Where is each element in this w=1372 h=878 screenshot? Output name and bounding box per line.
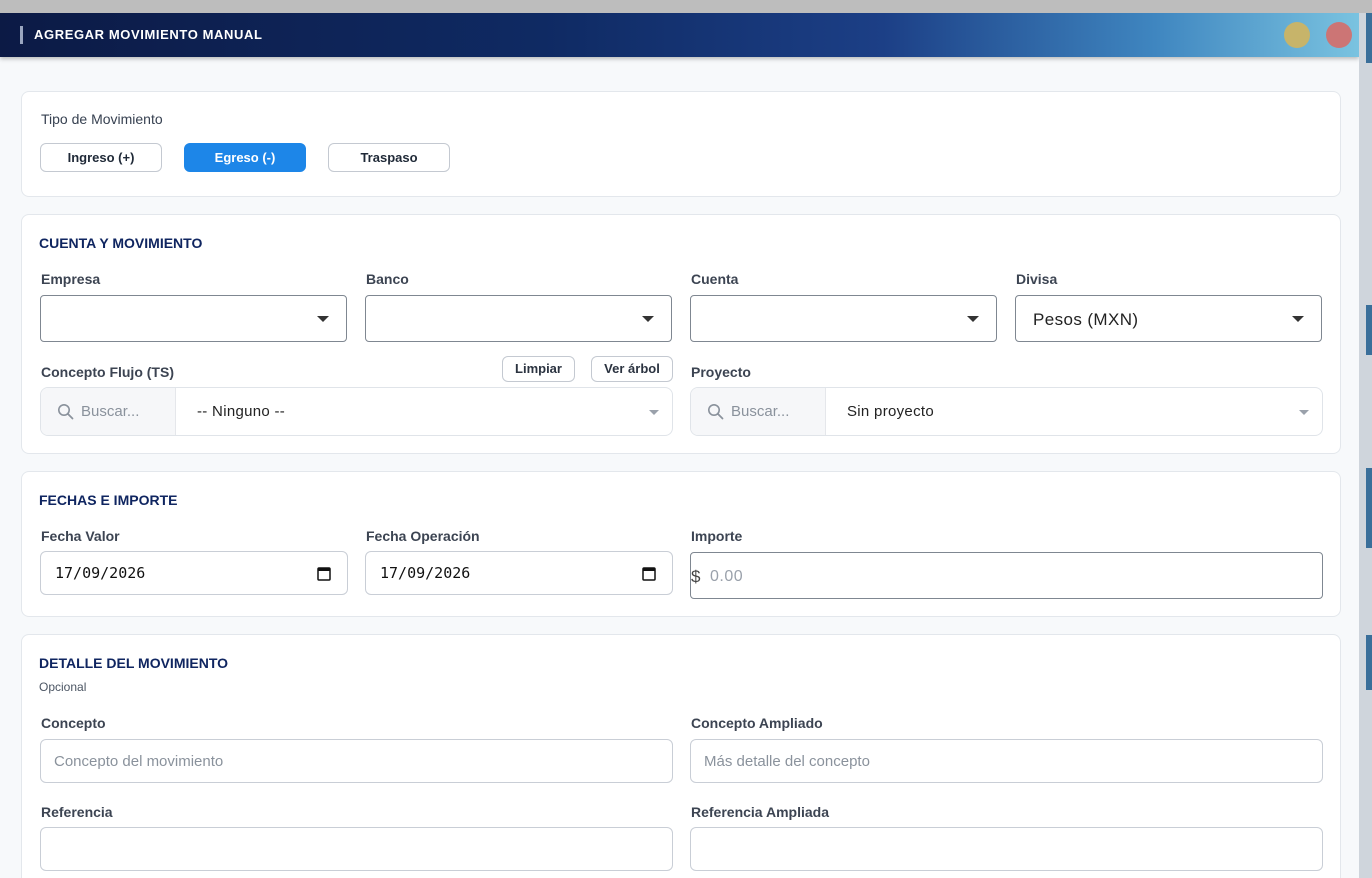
ver-arbol-button[interactable]: Ver árbol [591,356,673,382]
concepto-search-placeholder: Buscar... [81,403,140,420]
detail-optional-subtitle: Opcional [39,680,87,694]
chevron-down-icon [967,316,979,322]
divisa-select[interactable]: Pesos (MXN) [1015,295,1322,342]
add-manual-movement-dialog: AGREGAR MOVIMIENTO MANUAL Tipo de Movimi… [0,13,1359,878]
dialog-title: AGREGAR MOVIMIENTO MANUAL [34,27,263,42]
fecha-valor-input[interactable]: 17/09/2026 [40,551,348,595]
account-section-title: CUENTA Y MOVIMIENTO [39,235,203,251]
dialog-titlebar: AGREGAR MOVIMIENTO MANUAL [0,13,1359,57]
concepto-input[interactable]: Concepto del movimiento [40,739,673,783]
proyecto-value: Sin proyecto [847,403,934,420]
referencia-input[interactable] [40,827,673,871]
calendar-icon[interactable] [642,566,656,581]
importe-label: Importe [691,528,743,544]
concepto-ampliado-input[interactable]: Más detalle del concepto [690,739,1323,783]
fecha-operacion-value: 17/09/2026 [380,564,471,582]
importe-input[interactable]: $ 0.00 [690,552,1323,599]
empresa-label: Empresa [41,271,101,287]
cuenta-label: Cuenta [691,271,739,287]
referencia-ampliada-label: Referencia Ampliada [691,804,829,820]
fecha-operacion-label: Fecha Operación [366,528,480,544]
proyecto-search-placeholder: Buscar... [731,403,790,420]
type-traspaso-button[interactable]: Traspaso [328,143,450,172]
concepto-label: Concepto [41,715,106,731]
proyecto-search-box[interactable]: Buscar... [691,388,826,435]
limpiar-button[interactable]: Limpiar [502,356,575,382]
minimize-button[interactable] [1284,22,1310,48]
cuenta-select[interactable] [690,295,997,342]
concepto-flujo-label: Concepto Flujo (TS) [41,364,174,380]
empresa-select[interactable] [40,295,347,342]
importe-placeholder: 0.00 [710,568,744,585]
fecha-operacion-input[interactable]: 17/09/2026 [365,551,673,595]
chevron-down-icon [649,410,659,415]
dates-section-title: FECHAS E IMPORTE [39,492,178,508]
close-button[interactable] [1326,22,1352,48]
concepto-ampliado-placeholder: Más detalle del concepto [704,753,870,770]
banco-select[interactable] [365,295,672,342]
type-ingreso-button[interactable]: Ingreso (+) [40,143,162,172]
fecha-valor-value: 17/09/2026 [55,564,146,582]
type-egreso-button[interactable]: Egreso (-) [184,143,306,172]
detail-section-title: DETALLE DEL MOVIMIENTO [39,655,229,671]
concepto-ampliado-label: Concepto Ampliado [691,715,823,731]
chevron-down-icon [317,316,329,322]
movement-type-label: Tipo de Movimiento [41,111,163,127]
proyecto-label: Proyecto [691,364,751,380]
divisa-label: Divisa [1016,271,1058,287]
concepto-placeholder: Concepto del movimiento [54,753,224,770]
movement-type-card: Tipo de Movimiento Ingreso (+) Egreso (-… [21,91,1341,197]
fecha-valor-label: Fecha Valor [41,528,120,544]
chevron-down-icon [1299,410,1309,415]
account-movement-card: CUENTA Y MOVIMIENTO Empresa Banco Cuenta… [21,214,1341,454]
calendar-icon[interactable] [317,566,331,581]
background-window-top [0,0,1372,13]
proyecto-combobox[interactable]: Buscar... Sin proyecto [690,387,1323,436]
search-icon [708,404,724,420]
concepto-search-box[interactable]: Buscar... [41,388,176,435]
concepto-flujo-value: -- Ninguno -- [197,403,286,420]
title-accent-bar [20,26,23,44]
chevron-down-icon [1292,316,1304,322]
banco-label: Banco [366,271,409,287]
divisa-value: Pesos (MXN) [1033,310,1139,329]
background-window-edge [1359,13,1372,878]
movement-detail-card: DETALLE DEL MOVIMIENTO Opcional Concepto… [21,634,1341,878]
concepto-flujo-combobox[interactable]: Buscar... -- Ninguno -- [40,387,673,436]
dates-amount-card: FECHAS E IMPORTE Fecha Valor Fecha Opera… [21,471,1341,617]
referencia-label: Referencia [41,804,113,820]
referencia-ampliada-input[interactable] [690,827,1323,871]
search-icon [58,404,74,420]
currency-symbol: $ [691,567,701,586]
chevron-down-icon [642,316,654,322]
